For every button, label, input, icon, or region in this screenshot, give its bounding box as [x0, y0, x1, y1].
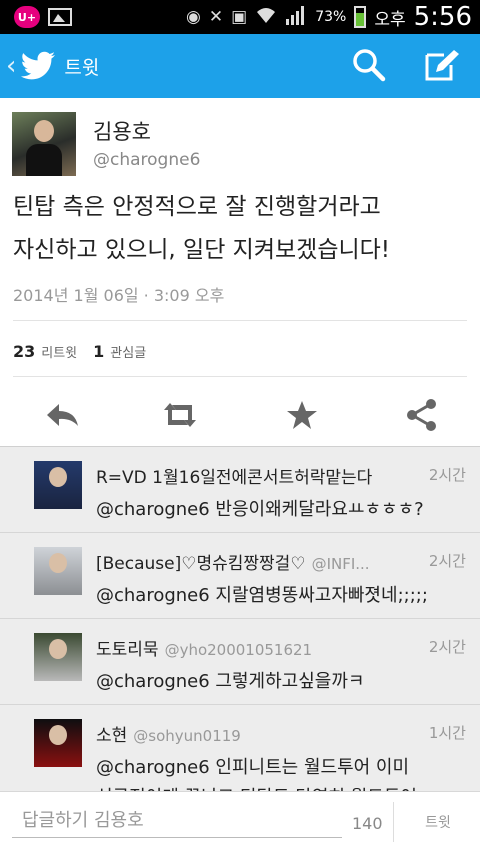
retweet-icon[interactable]: [160, 398, 200, 432]
battery-icon: [354, 6, 367, 28]
retweet-label[interactable]: 리트윗: [41, 342, 77, 361]
search-icon[interactable]: [352, 48, 386, 82]
reply-text-line: 성공적이게 끝났고 틴탑도 당연히 월드투어: [96, 783, 466, 791]
eye-icon: ◉: [186, 6, 201, 27]
char-count: 140: [352, 814, 383, 833]
reply-author-name: 도토리묵: [96, 640, 159, 660]
reply-text: @charogne6 그렇게하고싶을까ㅋ: [96, 671, 365, 692]
signal-icon: [285, 5, 307, 29]
favorite-star-icon[interactable]: [284, 398, 320, 432]
tweet-actions: [0, 390, 480, 440]
favorite-label[interactable]: 관심글: [110, 342, 146, 361]
twitter-bird-icon[interactable]: [20, 51, 56, 81]
reply-author-name: 소현: [96, 726, 128, 746]
author-handle[interactable]: @charogne6: [93, 150, 200, 170]
clock-ampm: 오후: [374, 9, 406, 30]
reply-author-handle: @yho20001051621: [164, 641, 313, 659]
list-item[interactable]: 소현 @sohyun0119 1시간 @charogne6 인피니트는 월드투어 …: [0, 705, 480, 791]
screenshot-icon: ▣: [231, 6, 248, 27]
divider: [13, 376, 467, 377]
tweet-stats: 23 리트윗 1 관심글: [13, 342, 146, 361]
tweet-date: 2014년 1월 06일 · 3:09 오후: [13, 286, 225, 305]
mute-icon: ✕: [208, 6, 224, 27]
wifi-icon: [255, 6, 277, 28]
reply-author-name: R=VD 1월16일전에콘서트허락맡는다: [96, 468, 373, 488]
reply-composer: 140 트윗: [0, 791, 480, 853]
reply-input[interactable]: [12, 804, 342, 838]
reply-time: 2시간: [428, 466, 466, 484]
reply-text-line: @charogne6 인피니트는 월드투어 이미: [96, 757, 410, 778]
reply-list[interactable]: R=VD 1월16일전에콘서트허락맡는다 2시간 @charogne6 반응이왜…: [0, 446, 480, 791]
tweet-text: 틴탑 측은 안정적으로 잘 진행할거라고 자신하고 있으니, 일단 지켜보겠습니…: [13, 186, 469, 272]
list-item[interactable]: 도토리묵 @yho20001051621 2시간 @charogne6 그렇게하고…: [0, 619, 480, 705]
tweet-button[interactable]: 트윗: [400, 802, 476, 842]
retweet-count[interactable]: 23: [13, 342, 35, 361]
share-icon[interactable]: [404, 398, 440, 432]
page-title: 트윗: [64, 56, 100, 79]
reply-time: 2시간: [428, 552, 466, 570]
divider: [13, 320, 467, 321]
divider: [393, 802, 394, 842]
list-item[interactable]: [Because]♡명슈킴짱짱걸♡ @INFI... 2시간 @charogne6…: [0, 533, 480, 619]
reply-text: @charogne6 반응이왜케달라요ㅛㅎㅎㅎ?: [96, 499, 424, 520]
compose-icon[interactable]: [424, 48, 460, 82]
action-bar: ‹ 트윗: [0, 34, 480, 98]
reply-author-handle: @INFI...: [311, 555, 370, 573]
status-bar: U+ ◉ ✕ ▣ 73% 오후 5:56: [0, 0, 480, 34]
gallery-icon: [48, 8, 72, 26]
tweet-text-line: 자신하고 있으니, 일단 지켜보겠습니다!: [13, 237, 391, 263]
avatar[interactable]: [34, 719, 82, 767]
avatar[interactable]: [34, 547, 82, 595]
author-name[interactable]: 김용호: [93, 116, 151, 146]
battery-percent: 73%: [315, 9, 347, 25]
reply-text: @charogne6 인피니트는 월드투어 이미 성공적이게 끝났고 틴탑도 당…: [96, 753, 466, 791]
tweet-text-line: 틴탑 측은 안정적으로 잘 진행할거라고: [13, 194, 381, 220]
favorite-count[interactable]: 1: [93, 342, 104, 361]
list-item[interactable]: R=VD 1월16일전에콘서트허락맡는다 2시간 @charogne6 반응이왜…: [0, 447, 480, 533]
clock-time: 5:56: [413, 2, 472, 32]
reply-text: @charogne6 지랄염병똥싸고자빠졋네;;;;;: [96, 585, 428, 606]
reply-author-name: [Because]♡명슈킴짱짱걸♡: [96, 554, 306, 574]
reply-time: 1시간: [428, 724, 466, 742]
author-avatar[interactable]: [12, 112, 76, 176]
reply-author-handle: @sohyun0119: [133, 727, 241, 745]
reply-time: 2시간: [428, 638, 466, 656]
carrier-badge: U+: [14, 6, 40, 28]
back-chevron-icon[interactable]: ‹: [6, 51, 16, 81]
reply-icon[interactable]: [44, 398, 80, 432]
avatar[interactable]: [34, 461, 82, 509]
avatar[interactable]: [34, 633, 82, 681]
